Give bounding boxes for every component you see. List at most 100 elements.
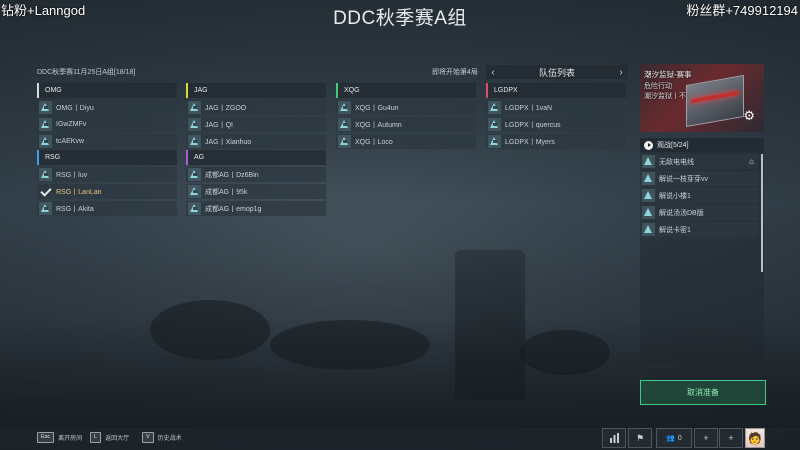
hint-label: 历史战术 [157,436,182,442]
gear-icon[interactable]: ⚙ [743,108,755,124]
chevron-left-icon[interactable]: ‹ [486,67,500,78]
rank-icon [188,202,201,215]
player-name: IGwZMFv [56,121,87,128]
player-name: 成都AG丨95k [205,188,248,196]
rank-icon [338,135,351,148]
player-row[interactable]: LGDPX丨Myers [486,134,626,149]
flag-icon[interactable]: ⚑ [628,428,652,448]
home-icon: ⌂ [749,157,754,166]
keycap: V [142,432,154,443]
rank-icon [642,206,655,219]
spectator-name: 解说小楼1 [659,192,691,200]
add-button[interactable]: + [719,428,743,448]
bar-chart-icon[interactable] [602,428,626,448]
rank-icon [39,118,52,131]
map-card[interactable]: 潮汐监狱-赛事 危险行动 潮汐监狱丨不 ⚙ [640,64,764,132]
hint-return-lobby[interactable]: L 返回大厅 [90,432,129,443]
player-row[interactable]: OMG丨Diyu [37,100,177,115]
match-info: DDC秋季赛11月25日A组[18/18] [37,69,136,76]
friends-button[interactable]: 👥 0 [656,428,692,448]
player-name: LGDPX丨1vaN [505,104,553,112]
team-name: AG [186,150,326,165]
player-row[interactable]: IGwZMFv [37,117,177,132]
avatar[interactable]: 🧑 [745,428,765,448]
keycap: Esc [37,432,55,443]
friends-count: 0 [677,434,682,442]
player-row[interactable]: JAG丨Xianhuo [186,134,326,149]
rank-icon [188,185,201,198]
spectator-row[interactable]: 无敌电电线 ⌂ [640,154,758,169]
keycap: L [90,432,102,443]
player-row[interactable]: XQG丨Gu4un [336,100,476,115]
rank-icon [39,135,52,148]
player-name: XQG丨Loco [355,138,393,146]
rank-icon [488,118,501,131]
player-row[interactable]: JAG丨ZGOO [186,100,326,115]
hint-history-tactics[interactable]: V 历史战术 [142,432,182,443]
team-card-omg: OMG OMG丨Diyu IGwZMFv tcAEKvw [37,83,177,151]
player-name: RSG丨LanLan [56,188,102,196]
team-name: RSG [37,150,177,165]
player-row[interactable]: 成都AG丨emop1g [186,201,326,216]
spectator-name: 解说汤汤DB版 [659,209,704,217]
player-row[interactable]: RSG丨Akita [37,201,177,216]
hint-label: 返回大厅 [105,436,130,442]
player-row[interactable]: XQG丨Autumn [336,117,476,132]
page-title: DDC秋季赛A组 [333,8,467,29]
chevron-right-icon[interactable]: › [614,67,628,78]
map-mode: 危险行动 [644,83,672,90]
round-countdown: 即将开始第4局 [432,69,478,76]
hint-leave-room[interactable]: Esc 离开房间 [37,432,82,443]
player-row[interactable]: RSG丨LanLan [37,184,177,199]
add-button[interactable]: + [694,428,718,448]
player-row[interactable]: 成都AG丨Dz6Bin [186,167,326,182]
player-name: JAG丨Xianhuo [205,138,252,146]
player-row[interactable]: RSG丨luv [37,167,177,182]
spectator-row[interactable]: 解说汤汤DB版 [640,205,758,220]
spectator-row[interactable]: 解说小楼1 [640,188,758,203]
spectator-header[interactable]: 观战[5/24] [640,138,764,152]
rank-icon [188,101,201,114]
team-name: LGDPX [486,83,626,98]
rank-icon [39,168,52,181]
rank-icon [188,168,201,181]
player-name: RSG丨Akita [56,205,94,213]
team-card-ag: AG 成都AG丨Dz6Bin 成都AG丨95k 成都AG丨emop1g [186,150,326,218]
player-row[interactable]: 成都AG丨95k [186,184,326,199]
ready-check-icon [39,185,52,198]
player-row[interactable]: XQG丨Loco [336,134,476,149]
player-row[interactable]: LGDPX丨1vaN [486,100,626,115]
rank-icon [642,155,655,168]
rank-icon [338,118,351,131]
team-name: OMG [37,83,177,98]
spectator-count: 观战[5/24] [657,142,689,149]
team-name: JAG [186,83,326,98]
team-card-lgdpx: LGDPX LGDPX丨1vaN LGDPX丨quercus LGDPX丨Myers [486,83,626,151]
scrollbar[interactable] [761,154,763,272]
player-name: OMG丨Diyu [56,104,94,112]
team-list-label: 队伍列表 [538,67,575,78]
team-card-rsg: RSG RSG丨luv RSG丨LanLan RSG丨Akita [37,150,177,218]
player-name: JAG丨QI [205,121,234,129]
rank-icon [188,118,201,131]
player-name: 成都AG丨Dz6Bin [205,171,259,179]
team-name: XQG [336,83,476,98]
player-name: tcAEKvw [56,138,85,145]
map-preview-image [686,74,744,128]
rank-icon [488,135,501,148]
map-subtitle: 潮汐监狱丨不 [644,93,686,100]
player-name: XQG丨Autumn [355,121,402,129]
map-title: 潮汐监狱-赛事 [644,70,692,79]
spectator-row[interactable]: 解说卡密1 [640,222,758,237]
cancel-ready-button[interactable]: 取消准备 [640,380,766,405]
player-row[interactable]: JAG丨QI [186,117,326,132]
spectator-name: 无敌电电线 [659,158,694,166]
team-card-xqg: XQG XQG丨Gu4un XQG丨Autumn XQG丨Loco [336,83,476,151]
player-row[interactable]: LGDPX丨quercus [486,117,626,132]
player-name: LGDPX丨quercus [505,121,561,129]
rank-icon [488,101,501,114]
player-row[interactable]: tcAEKvw [37,134,177,149]
spectator-panel: 观战[5/24] 无敌电电线 ⌂ 解说一枝芽芽vv 解说小楼1 解说汤汤DB版解说卡密1 [640,138,764,364]
rank-icon [338,101,351,114]
spectator-row[interactable]: 解说一枝芽芽vv [640,171,758,186]
